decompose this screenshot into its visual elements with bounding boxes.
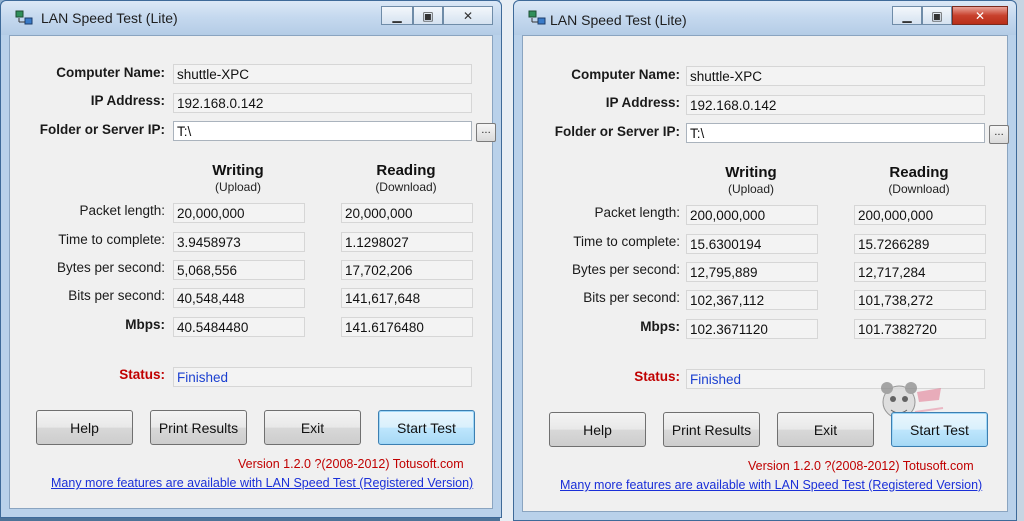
bytes-per-second-label: Bytes per second:	[56, 260, 165, 275]
bits-per-second-label: Bits per second:	[68, 288, 165, 303]
mbps-label: Mbps:	[640, 319, 680, 334]
network-computer-icon	[15, 10, 33, 25]
bits-per-second-write: 40,548,448	[173, 288, 305, 308]
title-bar[interactable]: LAN Speed Test (Lite) ▁ ▣ ✕	[1, 1, 501, 35]
minimize-icon: ▁	[392, 8, 402, 23]
packet-length-write: 20,000,000	[173, 203, 305, 223]
packet-length-read: 20,000,000	[341, 203, 473, 223]
registered-version-link[interactable]: Many more features are available with LA…	[51, 476, 473, 490]
folder-server-input[interactable]: T:\	[173, 121, 472, 141]
close-button[interactable]: ✕	[952, 6, 1008, 25]
help-button[interactable]: Help	[36, 410, 133, 445]
maximize-icon: ▣	[422, 8, 434, 23]
writing-header: Writing (Upload)	[725, 164, 777, 196]
packet-length-label: Packet length:	[594, 205, 680, 220]
maximize-button[interactable]: ▣	[922, 6, 952, 25]
status-label: Status:	[119, 367, 165, 382]
computer-name-label: Computer Name:	[571, 67, 680, 82]
time-to-complete-write: 15.6300194	[686, 234, 818, 254]
ip-address-field: 192.168.0.142	[686, 95, 985, 115]
help-button[interactable]: Help	[549, 412, 646, 447]
ip-address-label: IP Address:	[90, 93, 165, 108]
ip-address-field: 192.168.0.142	[173, 93, 472, 113]
lan-speed-test-window-1: LAN Speed Test (Lite) ▁ ▣ ✕ Computer Nam…	[0, 0, 502, 518]
time-to-complete-read: 15.7266289	[854, 234, 986, 254]
window-client-area: Computer Name: shuttle-XPC IP Address: 1…	[522, 35, 1009, 512]
version-text: Version 1.2.0 ?(2008-2012) Totusoft.com	[748, 459, 974, 473]
bits-per-second-read: 141,617,648	[341, 288, 473, 308]
mbps-write: 102.3671120	[686, 319, 818, 339]
maximize-button[interactable]: ▣	[413, 6, 443, 25]
ip-address-label: IP Address:	[605, 95, 680, 110]
bytes-per-second-write: 5,068,556	[173, 260, 305, 280]
folder-server-label: Folder or Server IP:	[39, 122, 165, 137]
bytes-per-second-write: 12,795,889	[686, 262, 818, 282]
close-icon: ✕	[974, 8, 986, 23]
minimize-button[interactable]: ▁	[381, 6, 413, 25]
writing-header: Writing (Upload)	[212, 162, 264, 194]
computer-name-field: shuttle-XPC	[173, 64, 472, 84]
packet-length-label: Packet length:	[79, 203, 165, 218]
time-to-complete-write: 3.9458973	[173, 232, 305, 252]
packet-length-write: 200,000,000	[686, 205, 818, 225]
computer-name-field: shuttle-XPC	[686, 66, 985, 86]
close-button[interactable]: ✕	[443, 6, 493, 25]
folder-server-input[interactable]: T:\	[686, 123, 985, 143]
time-to-complete-read: 1.1298027	[341, 232, 473, 252]
version-text: Version 1.2.0 ?(2008-2012) Totusoft.com	[238, 457, 464, 471]
registered-version-link[interactable]: Many more features are available with LA…	[560, 478, 982, 492]
minimize-button[interactable]: ▁	[892, 6, 922, 25]
mbps-write: 40.5484480	[173, 317, 305, 337]
bits-per-second-write: 102,367,112	[686, 290, 818, 310]
start-test-button[interactable]: Start Test	[378, 410, 475, 445]
title-bar[interactable]: LAN Speed Test (Lite) ▁ ▣ ✕	[514, 1, 1016, 35]
print-results-button[interactable]: Print Results	[663, 412, 760, 447]
browse-button[interactable]: ...	[476, 123, 496, 142]
reading-header: Reading (Download)	[375, 162, 437, 194]
mbps-label: Mbps:	[125, 317, 165, 332]
print-results-button[interactable]: Print Results	[150, 410, 247, 445]
time-to-complete-label: Time to complete:	[58, 232, 165, 247]
mbps-read: 141.6176480	[341, 317, 473, 337]
bits-per-second-label: Bits per second:	[583, 290, 680, 305]
browse-button[interactable]: ...	[989, 125, 1009, 144]
packet-length-read: 200,000,000	[854, 205, 986, 225]
bytes-per-second-read: 17,702,206	[341, 260, 473, 280]
maximize-icon: ▣	[931, 8, 943, 23]
bytes-per-second-read: 12,717,284	[854, 262, 986, 282]
bits-per-second-read: 101,738,272	[854, 290, 986, 310]
time-to-complete-label: Time to complete:	[573, 234, 680, 249]
mbps-read: 101.7382720	[854, 319, 986, 339]
status-field: Finished	[173, 367, 472, 387]
network-computer-icon	[528, 10, 546, 25]
window-client-area: Computer Name: shuttle-XPC IP Address: 1…	[9, 35, 496, 509]
window-title: LAN Speed Test (Lite)	[41, 10, 178, 26]
exit-button[interactable]: Exit	[777, 412, 874, 447]
window-title: LAN Speed Test (Lite)	[550, 12, 687, 28]
status-label: Status:	[634, 369, 680, 384]
lan-speed-test-window-2: LAN Speed Test (Lite) ▁ ▣ ✕ Computer Nam…	[513, 0, 1017, 521]
folder-server-label: Folder or Server IP:	[554, 124, 680, 139]
start-test-button[interactable]: Start Test	[891, 412, 988, 447]
minimize-icon: ▁	[902, 8, 912, 23]
bytes-per-second-label: Bytes per second:	[571, 262, 680, 277]
exit-button[interactable]: Exit	[264, 410, 361, 445]
close-icon: ✕	[462, 8, 474, 23]
computer-name-label: Computer Name:	[56, 65, 165, 80]
reading-header: Reading (Download)	[888, 164, 950, 196]
